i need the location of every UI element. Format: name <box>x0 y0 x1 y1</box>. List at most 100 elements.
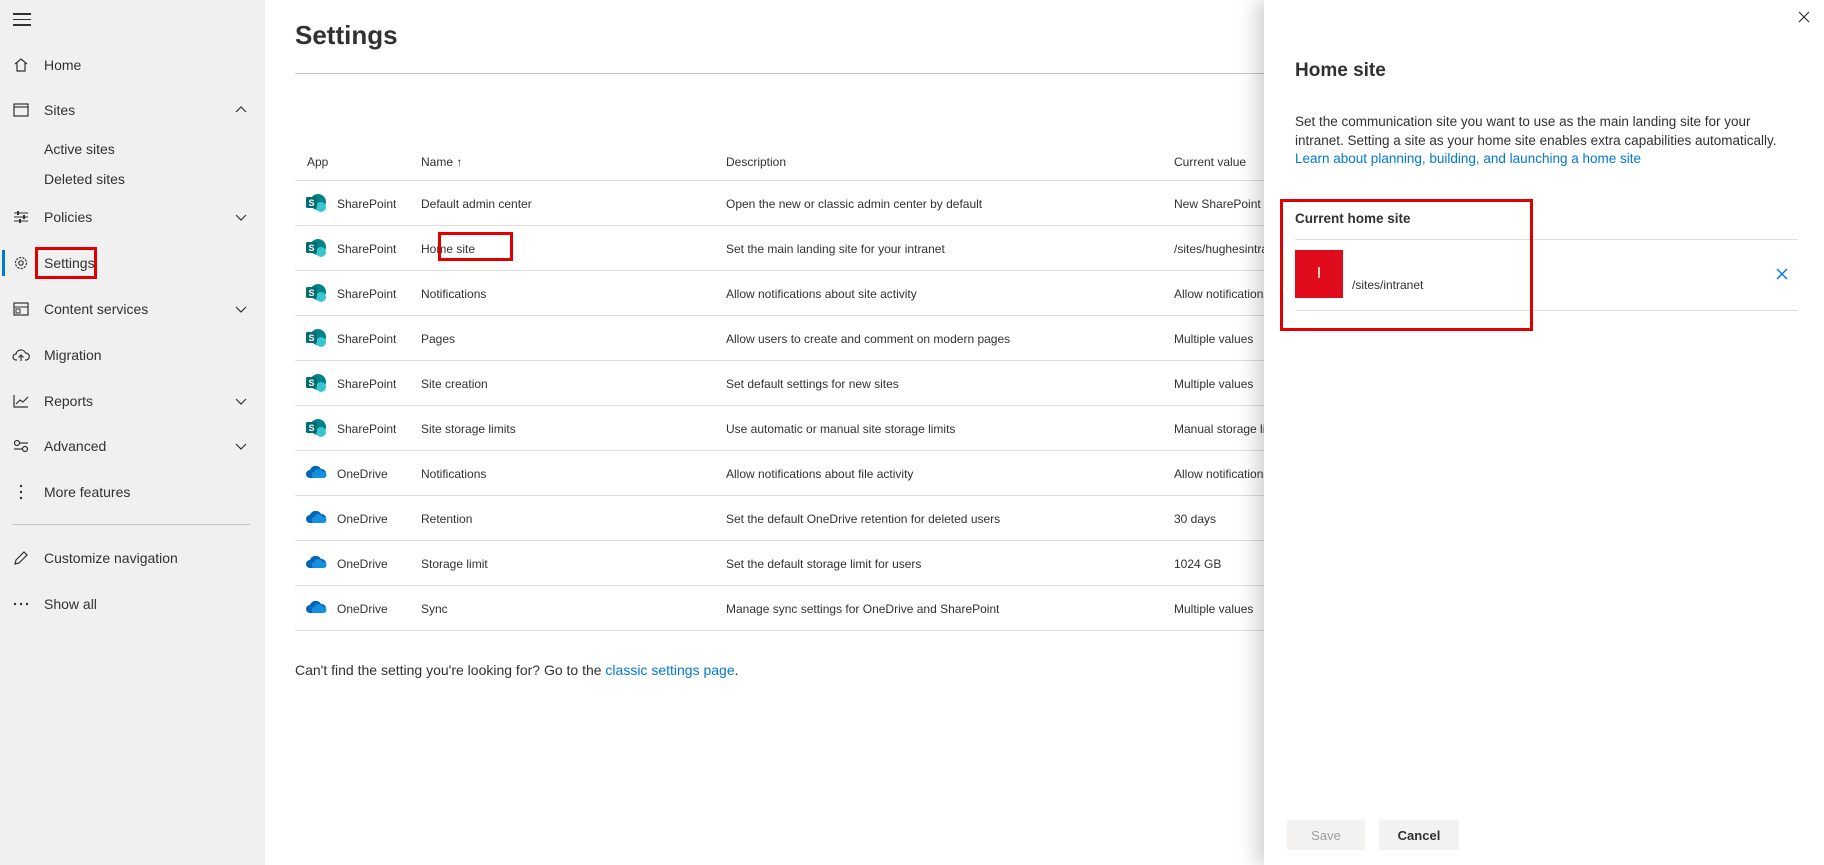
nav-item-content-services[interactable]: Content services <box>0 291 265 327</box>
cell-description: Use automatic or manual site storage lim… <box>726 422 956 436</box>
cell-app: SharePoint <box>337 377 397 391</box>
nav-item-advanced[interactable]: Advanced <box>0 428 265 464</box>
nav-label: Show all <box>44 596 97 612</box>
nav-item-sites[interactable]: Sites <box>0 92 265 128</box>
svg-text:S: S <box>308 198 314 208</box>
cell-description: Set the default storage limit for users <box>726 557 922 571</box>
footer-message: Can't find the setting you're looking fo… <box>295 662 739 678</box>
svg-text:S: S <box>308 333 314 343</box>
nav-item-reports[interactable]: Reports <box>0 383 265 419</box>
nav-label: Policies <box>44 209 93 225</box>
table-row[interactable]: OneDrive Notifications Allow notifications… <box>295 451 1265 496</box>
svg-text:S: S <box>308 288 314 298</box>
cell-name: Notifications <box>421 287 487 301</box>
panel-description: Set the communication site you want to u… <box>1295 113 1795 169</box>
nav-label: Content services <box>44 301 149 317</box>
cell-current-value: 30 days <box>1174 512 1217 526</box>
nav-item-deleted-sites[interactable]: Deleted sites <box>44 171 125 187</box>
chevron-down-icon[interactable] <box>234 302 248 316</box>
table-row[interactable]: OneDrive Retention Set the default OneDriv… <box>295 496 1265 541</box>
sliders-icon <box>12 208 30 226</box>
cell-current-value: 1024 GB <box>1174 557 1222 571</box>
pencil-icon <box>12 549 30 567</box>
save-button[interactable]: Save <box>1287 820 1365 850</box>
cell-description: Open the new or classic admin center by … <box>726 197 983 211</box>
footer-end: . <box>734 662 739 678</box>
nav-item-policies[interactable]: Policies <box>0 199 265 235</box>
cloud-upload-icon <box>12 346 30 364</box>
cell-description: Set the default OneDrive retention for d… <box>726 512 1001 526</box>
cell-description: Manage sync settings for OneDrive and Sh… <box>726 602 1000 616</box>
table-row[interactable]: S SharePoint Default admin center Open the … <box>295 181 1265 226</box>
cell-current-value: Multiple values <box>1174 332 1254 346</box>
title-divider <box>295 73 1265 74</box>
column-header-description[interactable]: Description <box>726 155 786 169</box>
learn-more-link[interactable]: Learn about planning, building, and laun… <box>1295 150 1795 169</box>
cell-name: Site storage limits <box>421 422 516 436</box>
svg-text:S: S <box>308 378 314 388</box>
table-row[interactable]: S SharePoint Home site Set the main landing… <box>295 226 1265 271</box>
nav-label: Advanced <box>44 438 107 454</box>
cell-name: Retention <box>421 512 473 526</box>
cell-current-value: Allow notifications <box>1174 287 1264 301</box>
nav-item-active-sites[interactable]: Active sites <box>44 141 115 157</box>
highlight-box-settings <box>35 247 97 279</box>
sharepoint-icon: S <box>305 238 327 258</box>
more-horizontal-icon <box>12 595 30 613</box>
cell-description: Set default settings for new sites <box>726 377 899 391</box>
nav-label: Reports <box>44 393 94 409</box>
advanced-icon <box>12 437 30 455</box>
chevron-down-icon[interactable] <box>234 439 248 453</box>
column-header-name[interactable]: Name ↑ <box>421 155 462 169</box>
cell-description: Allow notifications about site activity <box>726 287 917 301</box>
cell-description: Set the main landing site for your intra… <box>726 242 945 256</box>
nav-item-more-features[interactable]: More features <box>0 474 265 510</box>
gear-icon <box>12 254 30 272</box>
panel-description-text: Set the communication site you want to u… <box>1295 114 1777 148</box>
cell-app: SharePoint <box>337 242 397 256</box>
table-row[interactable]: S SharePoint Site storage limits Use automa… <box>295 406 1265 451</box>
column-header-app[interactable]: App <box>307 155 328 169</box>
remove-site-icon[interactable] <box>1775 267 1789 281</box>
cell-name: Notifications <box>421 467 487 481</box>
sharepoint-icon: S <box>305 373 327 393</box>
chevron-up-icon[interactable] <box>234 103 248 117</box>
cancel-button[interactable]: Cancel <box>1379 820 1459 850</box>
more-vertical-icon <box>12 483 30 501</box>
footer-text: Can't find the setting you're looking fo… <box>295 662 606 678</box>
cell-current-value: Manual storage limits <box>1174 422 1264 436</box>
nav-label: Sites <box>44 102 76 118</box>
table-row[interactable]: S SharePoint Site creation Set default sett… <box>295 361 1265 406</box>
column-header-current-value[interactable]: Current value <box>1174 155 1246 169</box>
svg-text:S: S <box>308 423 314 433</box>
nav-item-show-all[interactable]: Show all <box>0 586 265 622</box>
nav-item-migration[interactable]: Migration <box>0 337 265 373</box>
table-row[interactable]: OneDrive Storage limit Set the default sto… <box>295 541 1265 586</box>
cell-current-value: Multiple values <box>1174 377 1254 391</box>
table-row[interactable]: S SharePoint Notifications Allow notificati… <box>295 271 1265 316</box>
close-icon[interactable] <box>1797 10 1811 24</box>
table-row[interactable]: OneDrive Sync Manage sync settings for One… <box>295 586 1265 631</box>
chevron-down-icon[interactable] <box>234 394 248 408</box>
hamburger-menu-icon[interactable] <box>13 13 31 27</box>
onedrive-icon <box>305 598 327 618</box>
cell-name: Storage limit <box>421 557 488 571</box>
onedrive-icon <box>305 463 327 483</box>
nav-label: Customize navigation <box>44 550 178 566</box>
sharepoint-icon: S <box>305 418 327 438</box>
nav-item-home[interactable]: Home <box>0 47 265 83</box>
cell-description: Allow users to create and comment on mod… <box>726 332 1011 346</box>
table-row[interactable]: S SharePoint Pages Allow users to create an… <box>295 316 1265 361</box>
page-title: Settings <box>295 20 398 50</box>
main-content: Settings App Name ↑ Description Current … <box>265 0 1265 865</box>
nav-divider <box>12 524 250 525</box>
onedrive-icon <box>305 508 327 528</box>
cell-app: OneDrive <box>337 467 388 481</box>
cell-app: OneDrive <box>337 557 388 571</box>
classic-settings-link[interactable]: classic settings page <box>605 662 734 678</box>
nav-item-customize-navigation[interactable]: Customize navigation <box>0 540 265 576</box>
sharepoint-icon: S <box>305 283 327 303</box>
browser-window-icon <box>12 101 30 119</box>
chevron-down-icon[interactable] <box>234 210 248 224</box>
cell-name: Sync <box>421 602 448 616</box>
